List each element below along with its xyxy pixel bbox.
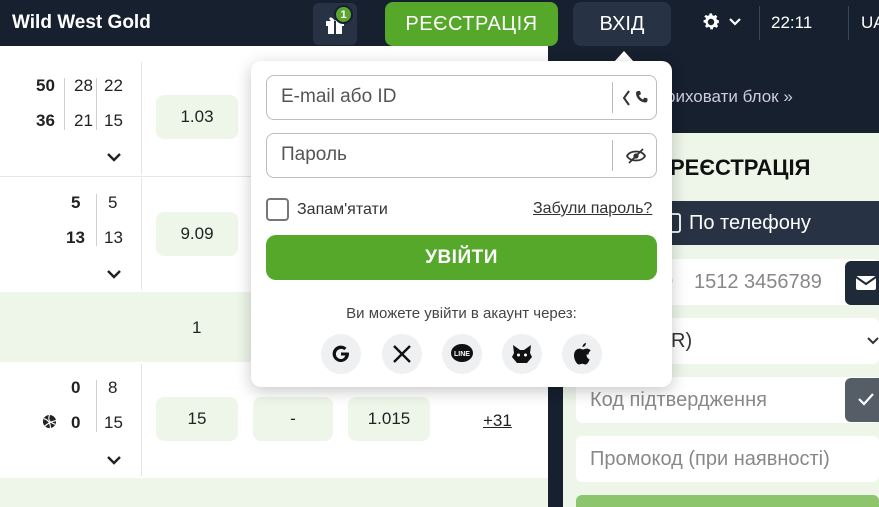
score-away-total: 13	[66, 228, 85, 247]
google-icon	[332, 345, 349, 362]
column-divider	[141, 178, 142, 290]
x-icon	[393, 345, 411, 363]
settings-menu[interactable]	[700, 11, 742, 33]
score-away-set: 21	[74, 111, 93, 130]
column-divider	[141, 364, 142, 476]
chevron-down-icon	[867, 337, 879, 345]
score-divider	[96, 78, 97, 130]
password-input[interactable]	[281, 144, 601, 166]
login-button[interactable]: ВХІД	[573, 2, 671, 46]
odd-button[interactable]: 1.03	[156, 95, 238, 139]
forgot-password-link[interactable]: Забули пароль?	[533, 200, 652, 218]
promo-code-input[interactable]: Промокод (при наявності)	[576, 436, 879, 482]
apple-icon	[574, 343, 591, 365]
odd-button[interactable]: 9.09	[156, 212, 238, 256]
chevron-down-icon[interactable]	[106, 455, 122, 466]
registration-title: РЕЄСТРАЦІЯ	[670, 155, 811, 180]
remember-checkbox[interactable]	[266, 198, 289, 221]
mail-icon	[855, 276, 877, 290]
social-login-prompt: Ви можете увійти в акаунт через:	[346, 305, 577, 322]
chevron-down-icon[interactable]	[106, 152, 122, 163]
odd-button[interactable]: 15	[156, 397, 238, 441]
metamask-icon	[512, 345, 532, 363]
more-markets-link[interactable]: +31	[483, 411, 512, 431]
chevron-down-icon	[729, 18, 741, 26]
column-divider	[141, 62, 142, 174]
score-away-set: 15	[104, 413, 123, 432]
remember-label: Запам'ятати	[297, 200, 388, 218]
row-band	[0, 478, 548, 507]
email-id-input[interactable]	[281, 86, 601, 108]
band-odd-value[interactable]: 1	[192, 318, 201, 338]
register-button[interactable]: РЕЄСТРАЦІЯ	[385, 2, 558, 46]
login-submit-button[interactable]: УВІЙТИ	[266, 235, 657, 280]
phone-toggle-icon[interactable]	[621, 88, 651, 108]
score-away-total: 0	[71, 413, 81, 432]
code-placeholder: Код підтвердження	[590, 389, 767, 411]
eye-off-icon[interactable]	[626, 148, 646, 164]
score-away-set: 13	[104, 228, 123, 247]
promo-placeholder: Промокод (при наявності)	[590, 448, 830, 470]
phone-placeholder: 1512 3456789	[694, 271, 822, 293]
score-divider	[96, 194, 97, 246]
x-login-button[interactable]	[382, 334, 422, 374]
chevron-down-icon[interactable]	[106, 269, 122, 280]
tab-label: По телефону	[689, 212, 811, 234]
score-home-set: 28	[74, 76, 93, 95]
score-away-total: 36	[36, 111, 55, 130]
input-divider	[612, 82, 613, 113]
clock: 22:11	[771, 13, 813, 32]
score-home-total: 0	[71, 378, 81, 397]
odd-button[interactable]: 1.015	[348, 397, 430, 441]
score-home-set: 5	[108, 193, 118, 212]
google-login-button[interactable]	[321, 334, 361, 374]
line-login-button[interactable]: LINE	[442, 334, 482, 374]
line-icon: LINE	[451, 344, 473, 362]
score-home-set: 22	[104, 76, 123, 95]
header-divider	[759, 6, 760, 40]
score-away-set: 15	[104, 111, 123, 130]
check-icon	[858, 393, 874, 406]
confirm-code-button[interactable]	[845, 378, 879, 422]
gear-icon	[703, 13, 720, 30]
remember-me[interactable]: Запам'ятати	[266, 198, 388, 221]
language-selector[interactable]: UA	[861, 13, 879, 33]
password-field[interactable]	[266, 133, 657, 178]
gift-count-badge: 1	[334, 5, 353, 24]
score-divider	[96, 380, 97, 432]
odd-button[interactable]: -	[253, 397, 333, 441]
score-home-total: 50	[36, 76, 55, 95]
email-option-button[interactable]	[845, 261, 879, 305]
input-divider	[612, 140, 613, 171]
metamask-login-button[interactable]	[502, 334, 542, 374]
currency-value: R)	[671, 330, 693, 352]
svg-text:LINE: LINE	[454, 351, 470, 358]
score-home-total: 5	[71, 193, 81, 212]
score-home-set: 8	[108, 378, 118, 397]
brand-logo[interactable]: Wild West Gold	[12, 12, 151, 34]
apple-login-button[interactable]	[562, 334, 602, 374]
hide-block-label: риховати блок »	[666, 87, 793, 106]
score-divider	[64, 78, 65, 130]
header-divider	[848, 6, 849, 40]
register-submit-button[interactable]	[576, 495, 879, 507]
email-id-field[interactable]	[266, 75, 657, 120]
volleyball-icon	[42, 414, 57, 429]
